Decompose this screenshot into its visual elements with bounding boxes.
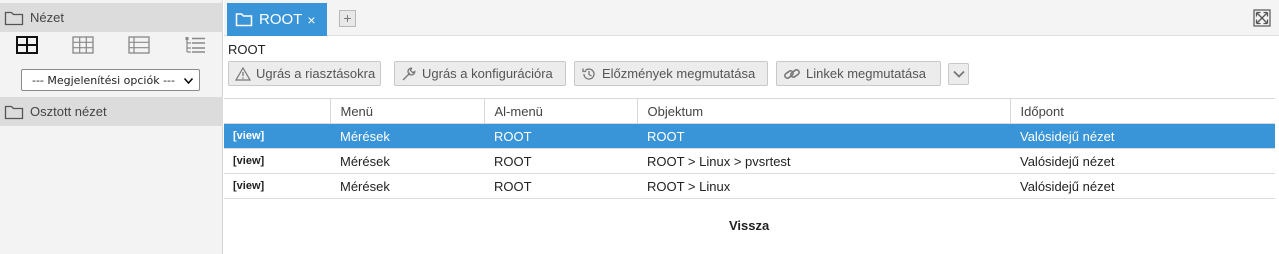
- cell-menu: Mérések: [330, 123, 484, 149]
- more-actions-button[interactable]: [948, 63, 969, 85]
- cell-menu: Mérések: [330, 173, 484, 199]
- cell-object: ROOT > Linux: [637, 173, 1010, 199]
- table-row[interactable]: [view] Mérések ROOT ROOT > Linux > pvsrt…: [224, 148, 1275, 174]
- link-icon: [784, 68, 800, 79]
- folder-icon: [4, 105, 24, 119]
- table-row[interactable]: [view] Mérések ROOT ROOT > Linux Valósid…: [224, 173, 1275, 199]
- shared-view-section-label: Osztott nézet: [30, 104, 107, 119]
- cell-time: Valósidejű nézet: [1010, 173, 1275, 199]
- warning-icon: [235, 66, 251, 81]
- go-to-alerts-label: Ugrás a riasztásokra: [256, 66, 376, 81]
- view-mode-icons: [0, 32, 223, 58]
- folder-icon: [4, 11, 24, 25]
- tab-root[interactable]: ROOT ×: [227, 3, 327, 36]
- cell-object: ROOT: [637, 123, 1010, 149]
- go-to-alerts-button[interactable]: Ugrás a riasztásokra: [228, 61, 381, 86]
- display-options-select[interactable]: --- Megjelenítési opciók ---: [21, 69, 200, 91]
- view-link[interactable]: [view]: [224, 148, 330, 174]
- close-icon[interactable]: ×: [307, 12, 315, 28]
- back-link[interactable]: Vissza: [729, 218, 769, 233]
- folder-icon: [235, 13, 253, 27]
- chevron-down-icon: [179, 74, 194, 87]
- add-tab-button[interactable]: +: [339, 10, 356, 27]
- tree-view-icon[interactable]: [184, 36, 206, 54]
- breadcrumb: ROOT: [228, 42, 266, 57]
- tab-bar: ROOT × +: [224, 0, 1279, 36]
- cell-submenu: ROOT: [484, 173, 637, 199]
- cell-time: Valósidejű nézet: [1010, 123, 1275, 149]
- fullscreen-icon[interactable]: [1253, 9, 1271, 27]
- grid-2x2-icon[interactable]: [16, 36, 38, 54]
- cell-object: ROOT > Linux > pvsrtest: [637, 148, 1010, 174]
- history-icon: [582, 67, 595, 80]
- cell-submenu: ROOT: [484, 148, 637, 174]
- table-row[interactable]: [view] Mérések ROOT ROOT Valósidejű néze…: [224, 123, 1275, 149]
- app-window: Nézet --- Megjelenítési opciók --- Oszto…: [0, 0, 1279, 254]
- view-section-header[interactable]: Nézet: [0, 3, 223, 32]
- cell-menu: Mérések: [330, 148, 484, 174]
- go-to-config-label: Ugrás a konfigurációra: [422, 66, 553, 81]
- view-link[interactable]: [view]: [224, 123, 330, 149]
- main-panel: ROOT × + ROOT Ugrás a riasztásokra Ugrás…: [224, 0, 1279, 254]
- cell-time: Valósidejű nézet: [1010, 148, 1275, 174]
- tab-label: ROOT: [259, 11, 303, 28]
- view-link[interactable]: [view]: [224, 173, 330, 199]
- grid-3x3-icon[interactable]: [72, 36, 94, 54]
- go-to-config-button[interactable]: Ugrás a konfigurációra: [394, 61, 566, 86]
- sidebar: Nézet --- Megjelenítési opciók --- Oszto…: [0, 0, 223, 254]
- chevron-down-icon: [952, 70, 965, 78]
- wrench-icon: [402, 67, 416, 80]
- show-history-label: Előzmények megmutatása: [602, 66, 756, 81]
- table-header-row: Menü Al-menü Objektum Időpont: [224, 98, 1275, 124]
- history-table: Menü Al-menü Objektum Időpont [view] Mér…: [224, 98, 1275, 199]
- show-history-button[interactable]: Előzmények megmutatása: [574, 61, 768, 86]
- show-links-button[interactable]: Linkek megmutatása: [776, 61, 941, 86]
- display-options-value: --- Megjelenítési opciók ---: [31, 73, 175, 87]
- column-header-time[interactable]: Időpont: [1009, 98, 1275, 124]
- list-view-icon[interactable]: [128, 36, 150, 54]
- column-header-submenu[interactable]: Al-menü: [483, 98, 637, 124]
- view-section-label: Nézet: [30, 10, 64, 25]
- show-links-label: Linkek megmutatása: [806, 66, 926, 81]
- column-header-object[interactable]: Objektum: [636, 98, 1010, 124]
- column-header-menu[interactable]: Menü: [329, 98, 484, 124]
- shared-view-section-header[interactable]: Osztott nézet: [0, 97, 223, 126]
- column-header-view: [224, 98, 330, 124]
- cell-submenu: ROOT: [484, 123, 637, 149]
